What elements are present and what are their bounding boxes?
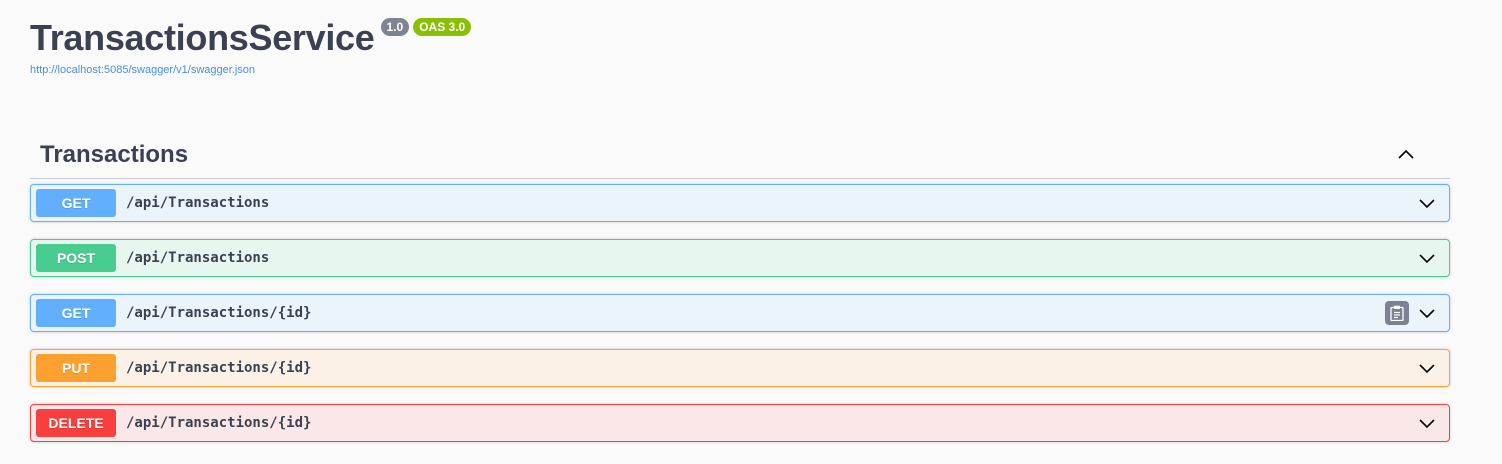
method-badge: POST: [36, 244, 116, 272]
method-badge: GET: [36, 299, 116, 327]
method-badge: PUT: [36, 354, 116, 382]
chevron-down-icon: [1419, 199, 1435, 209]
copy-path-button[interactable]: [1385, 301, 1409, 325]
operation-post-transactions[interactable]: POST /api/Transactions: [30, 239, 1450, 277]
method-badge: DELETE: [36, 409, 116, 437]
api-info: TransactionsService 1.0 OAS 3.0 http://l…: [30, 16, 472, 76]
operation-path: /api/Transactions/{id}: [126, 305, 312, 321]
chevron-up-icon: [1398, 149, 1414, 159]
clipboard-icon: [1390, 305, 1404, 321]
operation-path: /api/Transactions: [126, 195, 270, 211]
operation-delete-transaction[interactable]: DELETE /api/Transactions/{id}: [30, 404, 1450, 442]
operation-put-transaction[interactable]: PUT /api/Transactions/{id}: [30, 349, 1450, 387]
tag-header[interactable]: Transactions: [30, 132, 1450, 179]
chevron-down-icon: [1419, 254, 1435, 264]
tag-title: Transactions: [40, 141, 189, 168]
operation-path: /api/Transactions/{id}: [126, 360, 312, 376]
operation-get-transactions[interactable]: GET /api/Transactions: [30, 184, 1450, 222]
method-badge: GET: [36, 189, 116, 217]
operations-list: GET /api/Transactions POST /api/Transact…: [30, 184, 1450, 442]
operation-path: /api/Transactions/{id}: [126, 415, 312, 431]
operation-path: /api/Transactions: [126, 250, 270, 266]
collapse-button[interactable]: [1394, 143, 1418, 167]
operation-get-transaction-by-id[interactable]: GET /api/Transactions/{id}: [30, 294, 1450, 332]
chevron-down-icon: [1419, 419, 1435, 429]
chevron-down-icon: [1419, 364, 1435, 374]
expand-button[interactable]: [1417, 193, 1437, 213]
expand-button[interactable]: [1417, 413, 1437, 433]
api-title: TransactionsService: [30, 17, 375, 58]
tag-section-transactions: Transactions GET /api/Transactions POST …: [30, 132, 1450, 459]
swagger-json-link[interactable]: http://localhost:5085/swagger/v1/swagger…: [30, 64, 471, 76]
title-row: TransactionsService 1.0 OAS 3.0: [30, 16, 472, 60]
expand-button[interactable]: [1417, 358, 1437, 378]
chevron-down-icon: [1419, 309, 1435, 319]
expand-button[interactable]: [1417, 303, 1437, 323]
version-badge: 1.0: [380, 18, 410, 36]
expand-button[interactable]: [1417, 248, 1437, 268]
oas-badge: OAS 3.0: [413, 18, 472, 36]
